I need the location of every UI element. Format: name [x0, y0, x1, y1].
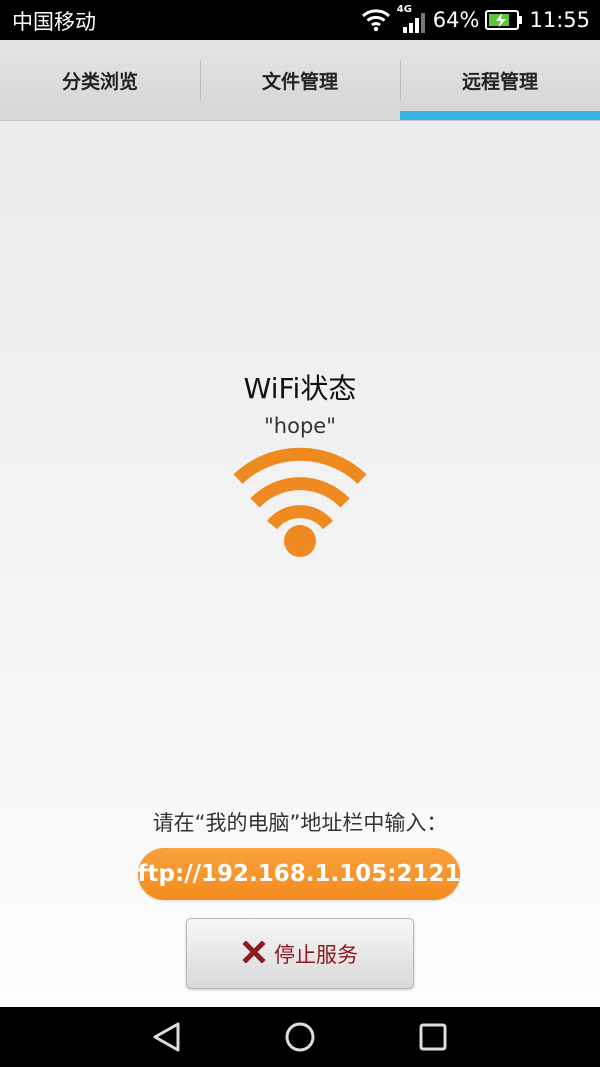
back-icon[interactable]	[150, 1020, 184, 1058]
tab-label: 远程管理	[461, 70, 538, 93]
stop-service-button[interactable]: 停止服务	[186, 918, 414, 989]
cellular-indicator: 4G	[397, 4, 427, 34]
tab-file-manager[interactable]: 文件管理	[200, 40, 400, 120]
recent-apps-icon[interactable]	[418, 1020, 448, 1058]
tab-label: 分类浏览	[61, 70, 138, 93]
tab-remote-manager[interactable]: 远程管理	[400, 40, 600, 120]
signal-icon	[401, 12, 427, 34]
close-icon	[242, 939, 266, 968]
remote-manager-panel: WiFi状态 "hope" 请在“我的电脑”地址栏中输入： ftp://192.…	[0, 121, 600, 1007]
navigation-bar	[0, 1007, 600, 1067]
battery-charging-icon	[485, 9, 523, 31]
wifi-status-icon	[361, 8, 391, 32]
ftp-address: ftp://192.168.1.105:2121	[137, 861, 461, 887]
status-bar: 中国移动 4G 64% 11:55	[0, 0, 600, 40]
wifi-icon	[230, 441, 370, 565]
ftp-address-badge: ftp://192.168.1.105:2121	[138, 848, 460, 900]
stop-service-label: 停止服务	[274, 942, 358, 967]
status-indicators: 4G 64% 11:55	[361, 0, 590, 40]
tab-bar: 分类浏览 文件管理 远程管理	[0, 40, 600, 121]
wifi-status-title: WiFi状态	[243, 372, 357, 405]
tab-category-browse[interactable]: 分类浏览	[0, 40, 200, 120]
battery-percent: 64%	[432, 8, 480, 32]
carrier-name: 中国移动	[12, 10, 96, 34]
tab-label: 文件管理	[261, 70, 338, 93]
clock: 11:55	[529, 8, 590, 32]
wifi-ssid: "hope"	[264, 414, 336, 438]
instruction-text: 请在“我的电脑”地址栏中输入：	[152, 811, 448, 835]
home-icon[interactable]	[283, 1020, 317, 1058]
